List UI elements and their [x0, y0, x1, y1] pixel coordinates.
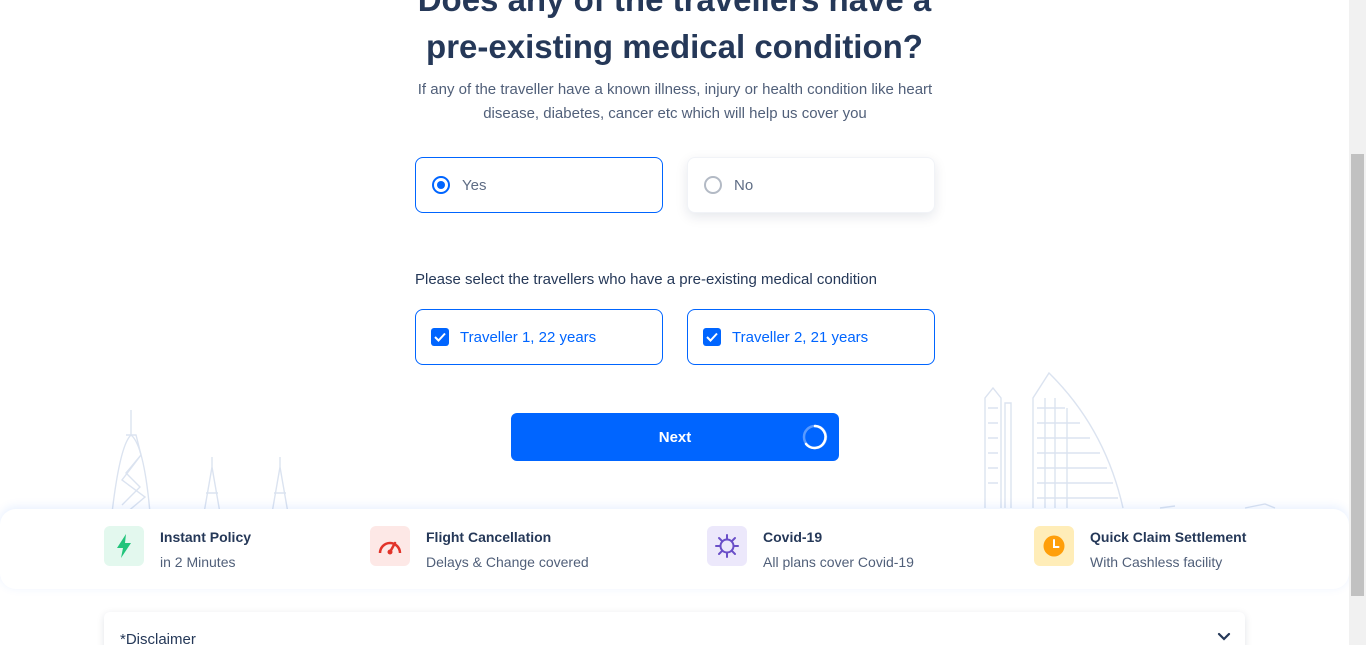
vertical-scrollbar[interactable] — [1349, 0, 1366, 645]
disclaimer-label: *Disclaimer — [120, 631, 196, 645]
question-title-line2: pre-existing medical condition? — [426, 28, 923, 65]
feature-subtitle: in 2 Minutes — [160, 554, 236, 570]
feature-covid: Covid-19 All plans cover Covid-19 — [707, 526, 914, 573]
feature-title: Flight Cancellation — [426, 529, 552, 545]
next-button-label: Next — [658, 428, 692, 446]
scrollbar-thumb[interactable] — [1351, 154, 1364, 596]
feature-subtitle: All plans cover Covid-19 — [763, 554, 914, 570]
chevron-down-icon[interactable] — [1217, 632, 1231, 642]
lightning-icon — [104, 526, 144, 566]
option-yes-label: Yes — [462, 176, 487, 194]
feature-quick-claim: Quick Claim Settlement With Cashless fac… — [1034, 526, 1246, 573]
feature-title: Quick Claim Settlement — [1090, 529, 1247, 545]
checkbox-checked-icon[interactable] — [703, 328, 721, 346]
virus-icon — [707, 526, 747, 566]
page: Does any of the travellers have a pre-ex… — [0, 0, 1366, 645]
skyline-left-illustration — [111, 410, 289, 514]
disclaimer-accordion[interactable]: *Disclaimer — [104, 612, 1245, 645]
skyline-right-illustration — [984, 371, 1276, 509]
question-subtitle: If any of the traveller have a known ill… — [417, 81, 933, 122]
feature-subtitle: Delays & Change covered — [426, 554, 589, 570]
option-no[interactable]: No — [687, 157, 935, 213]
question-title-line1: Does any of the travellers have a — [0, 0, 1349, 24]
traveller-2-label: Traveller 2, 21 years — [732, 328, 869, 346]
clock-icon — [1034, 526, 1074, 566]
traveller-2-checkbox-card[interactable]: Traveller 2, 21 years — [687, 309, 935, 365]
loading-spinner-icon — [802, 424, 828, 450]
feature-title: Covid-19 — [763, 529, 823, 545]
traveller-1-checkbox-card[interactable]: Traveller 1, 22 years — [415, 309, 663, 365]
speedometer-icon — [370, 526, 410, 566]
feature-title: Instant Policy — [160, 529, 252, 545]
radio-unchecked-icon[interactable] — [704, 176, 722, 194]
traveller-1-label: Traveller 1, 22 years — [460, 328, 597, 346]
option-yes[interactable]: Yes — [415, 157, 663, 213]
radio-checked-icon[interactable] — [432, 176, 450, 194]
travellers-prompt: Please select the travellers who have a … — [415, 271, 877, 288]
option-no-label: No — [734, 176, 754, 194]
features-bar: Instant Policy in 2 Minutes Flight Cance… — [0, 509, 1349, 589]
feature-flight-cancellation: Flight Cancellation Delays & Change cove… — [370, 526, 589, 573]
checkbox-checked-icon[interactable] — [431, 328, 449, 346]
next-button[interactable]: Next — [511, 413, 839, 461]
feature-instant-policy: Instant Policy in 2 Minutes — [104, 526, 251, 573]
feature-subtitle: With Cashless facility — [1090, 554, 1223, 570]
